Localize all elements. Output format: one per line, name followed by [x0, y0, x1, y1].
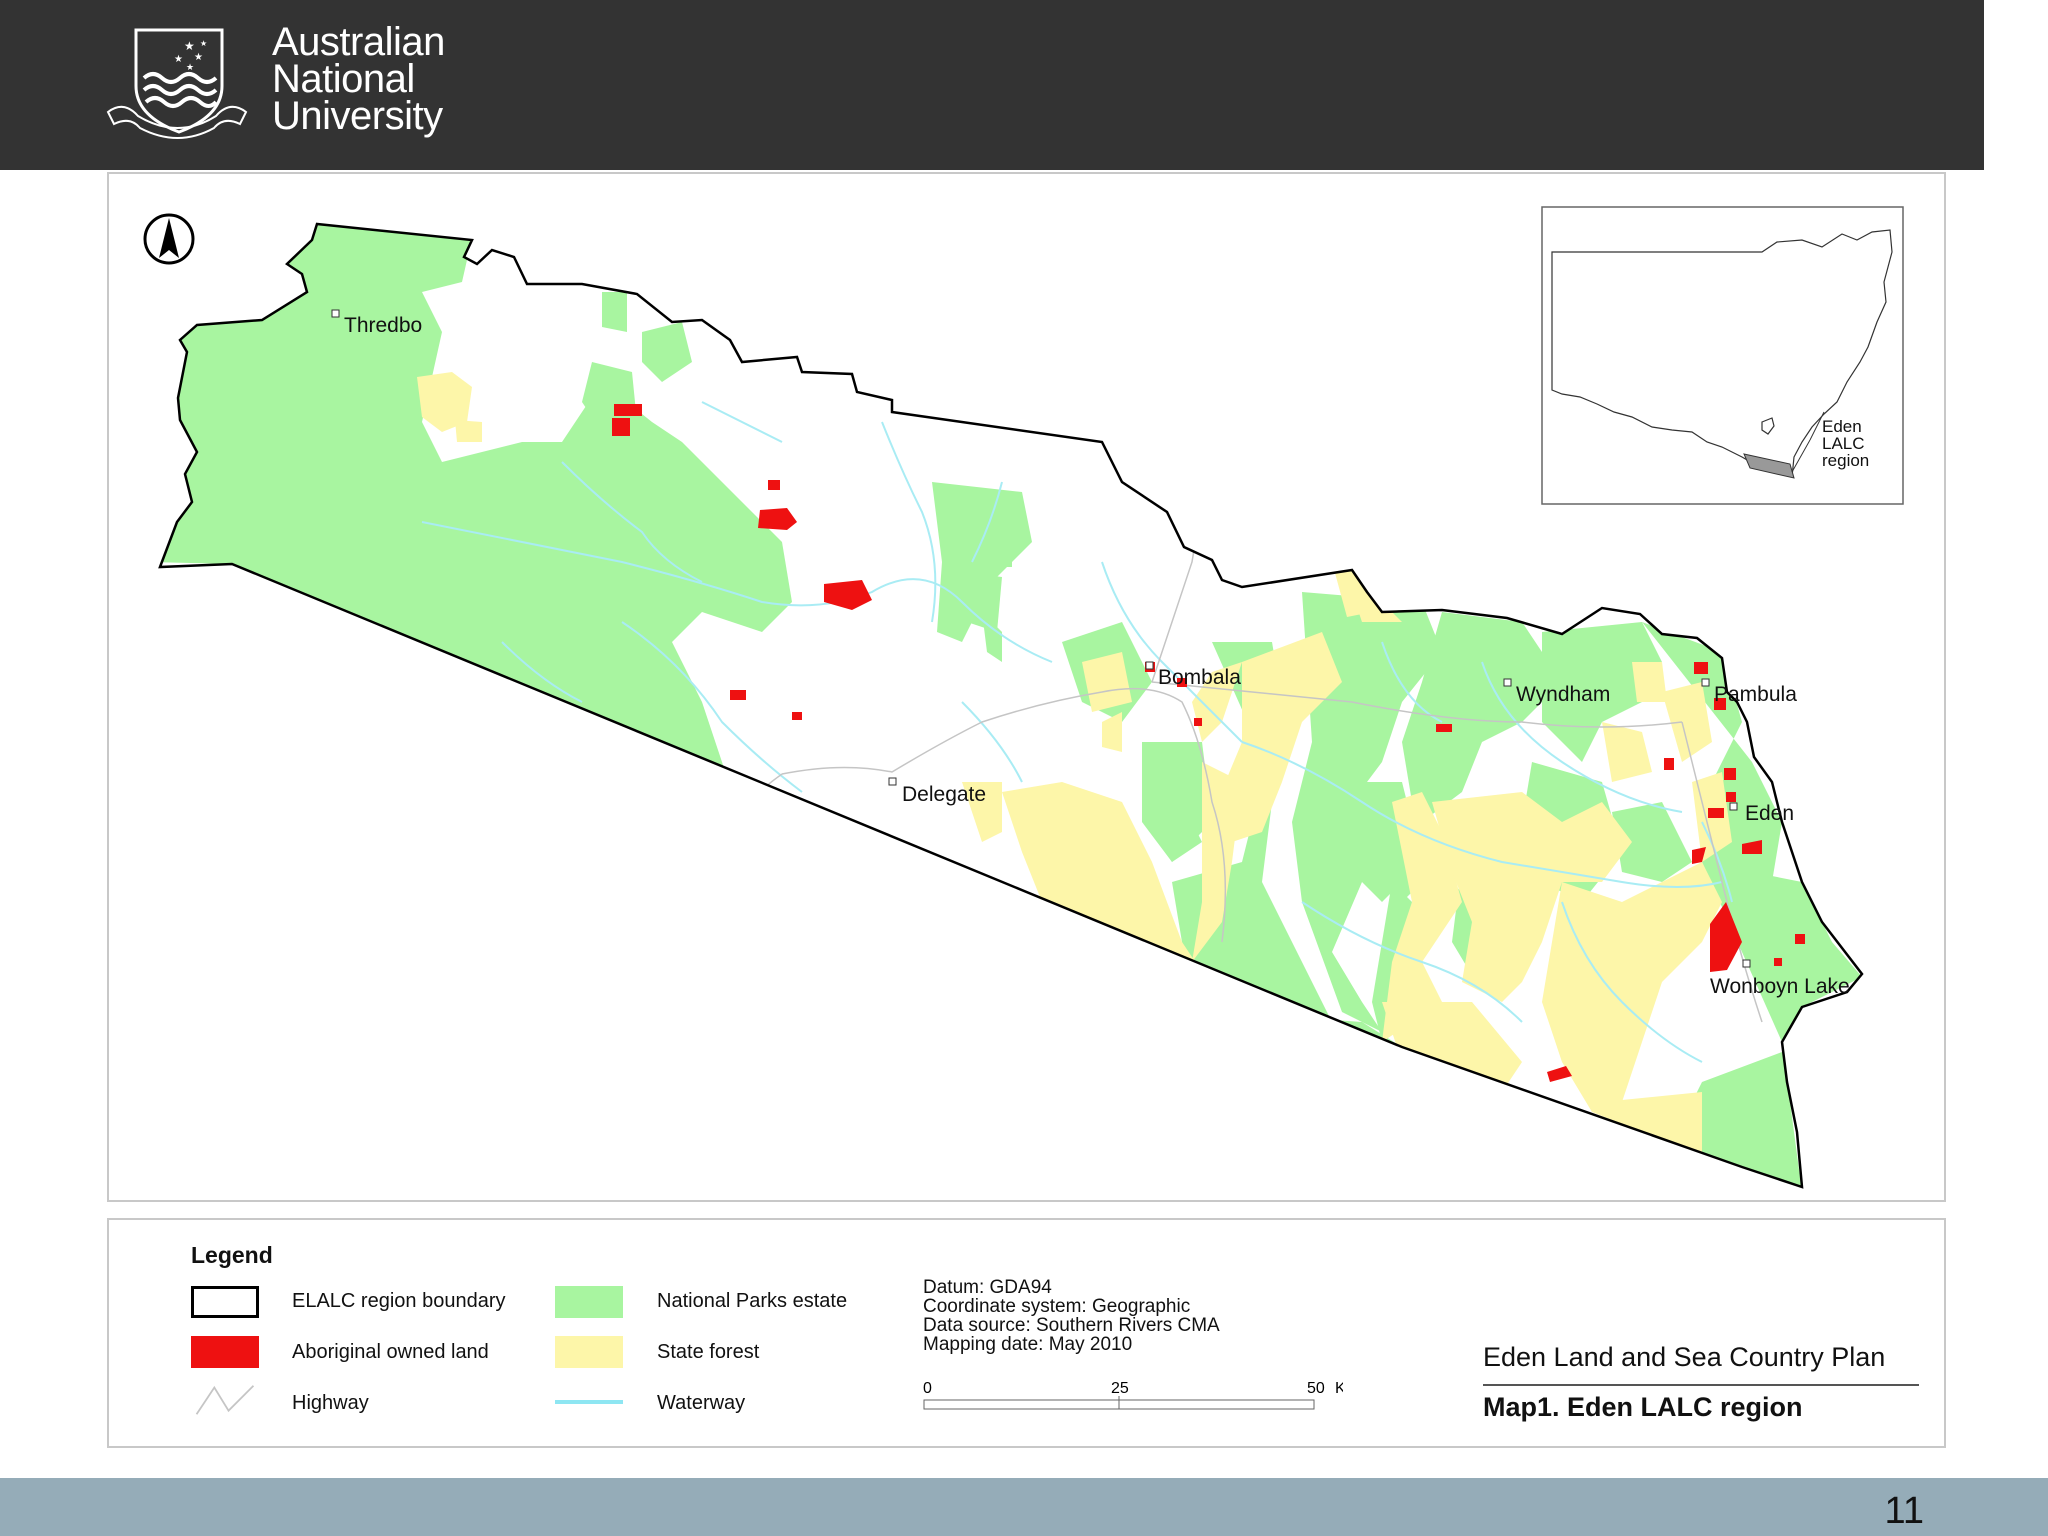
metadata-mapping-date: Mapping date: May 2010 — [923, 1334, 1133, 1355]
scale-tick-50: 50 — [1307, 1380, 1325, 1397]
legend-panel: Legend ELALC region boundary Aboriginal … — [107, 1218, 1946, 1448]
legend-label-aboriginal-land: Aboriginal owned land — [292, 1341, 489, 1363]
university-name-line-1: Australian — [272, 20, 445, 64]
svg-text:★: ★ — [186, 62, 194, 72]
legend-title: Legend — [191, 1242, 273, 1268]
legend-swatch-national-parks — [555, 1286, 623, 1318]
scale-bar: 0 25 50 Kilometers — [923, 1380, 1343, 1410]
legend-label-highway: Highway — [292, 1392, 369, 1414]
legend-swatch-aboriginal-land — [191, 1336, 259, 1368]
footer-bar: 11 — [0, 1478, 2048, 1536]
metadata-coordinate-system: Coordinate system: Geographic — [923, 1296, 1191, 1317]
town-delegate[interactable]: Delegate — [888, 777, 986, 806]
svg-text:★: ★ — [194, 52, 203, 63]
town-label-eden: Eden — [1745, 802, 1794, 825]
plan-title: Eden Land and Sea Country Plan — [1483, 1342, 1886, 1372]
town-thredbo[interactable]: Thredbo — [331, 309, 422, 337]
title-divider — [1483, 1384, 1919, 1386]
map-panel: Thredbo Bombala Wyndham Pambula Delegate… — [107, 172, 1946, 1202]
legend-label-boundary: ELALC region boundary — [292, 1290, 506, 1312]
town-label-bombala: Bombala — [1158, 666, 1241, 689]
town-label-delegate: Delegate — [902, 783, 986, 806]
map-canvas: Thredbo Bombala Wyndham Pambula Delegate… — [143, 206, 1904, 1189]
town-bombala[interactable]: Bombala — [1145, 661, 1241, 689]
metadata-datum: Datum: GDA94 — [923, 1277, 1052, 1298]
legend-label-state-forest: State forest — [657, 1341, 760, 1363]
legend-label-national-parks: National Parks estate — [657, 1290, 848, 1312]
svg-text:★: ★ — [200, 39, 207, 48]
town-wyndham[interactable]: Wyndham — [1503, 678, 1610, 706]
legend-swatch-waterway — [555, 1400, 623, 1404]
legend-swatch-boundary — [191, 1286, 259, 1318]
legend-swatch-state-forest — [555, 1336, 623, 1368]
svg-text:★: ★ — [184, 39, 195, 53]
north-arrow-icon — [143, 213, 195, 265]
map-title: Map1. Eden LALC region — [1483, 1392, 1803, 1422]
legend-label-waterway: Waterway — [657, 1392, 746, 1414]
page-number: 11 — [1884, 1490, 1924, 1532]
town-label-thredbo: Thredbo — [344, 314, 422, 337]
town-label-wonboyn-lake: Wonboyn Lake — [1710, 975, 1850, 998]
inset-label-line-3: region — [1822, 451, 1869, 470]
town-label-pambula: Pambula — [1714, 683, 1797, 706]
university-name-line-3: University — [272, 94, 443, 138]
anu-crest-icon: ★ ★ ★ ★ ★ — [106, 28, 248, 139]
header-bar: ★ ★ ★ ★ ★ Australian National University — [0, 0, 1984, 170]
university-name-line-2: National — [272, 57, 415, 101]
university-name: Australian National University — [272, 20, 445, 138]
metadata-data-source: Data source: Southern Rivers CMA — [923, 1315, 1220, 1336]
scale-tick-25: 25 — [1111, 1380, 1129, 1397]
svg-text:★: ★ — [174, 54, 183, 65]
map-metadata: Datum: GDA94 Coordinate system: Geograph… — [923, 1278, 1220, 1354]
scale-tick-0: 0 — [923, 1380, 932, 1397]
town-label-wyndham: Wyndham — [1516, 683, 1610, 706]
town-pambula[interactable]: Pambula — [1701, 678, 1797, 706]
inset-map: Eden LALC region — [1541, 206, 1904, 505]
scale-unit: Kilometers — [1335, 1380, 1343, 1397]
legend-swatch-highway — [195, 1385, 255, 1415]
